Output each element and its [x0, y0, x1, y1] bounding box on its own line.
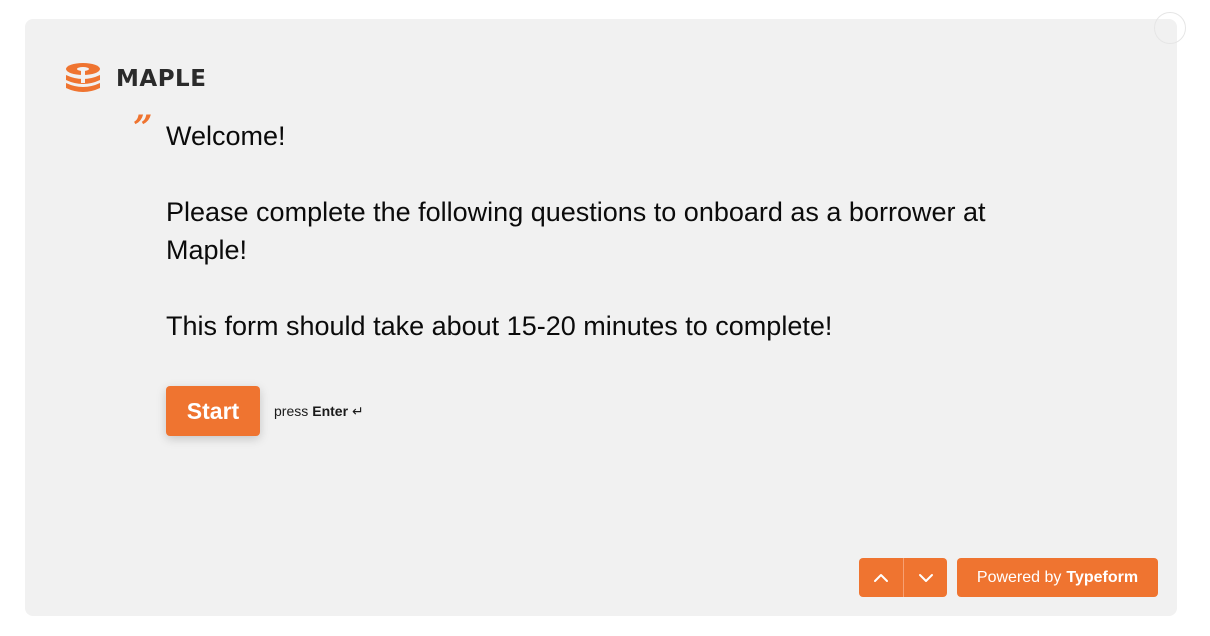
brand-name: MAPLE: [116, 66, 207, 92]
chevron-up-icon: [874, 573, 888, 582]
maple-stack-icon: [66, 63, 100, 92]
welcome-duration: This form should take about 15-20 minute…: [166, 311, 833, 341]
welcome-heading: Welcome!: [166, 121, 286, 151]
question-navigation: [859, 558, 947, 597]
brand-logo: MAPLE: [64, 62, 206, 96]
start-actions: Start press Enter ↵: [166, 386, 364, 436]
enter-key-icon: ↵: [352, 402, 364, 419]
quote-icon: ”: [133, 108, 153, 148]
hint-key: Enter: [312, 403, 349, 419]
powered-by-typeform-link[interactable]: Powered by Typeform: [957, 558, 1158, 597]
next-question-button[interactable]: [903, 558, 947, 597]
powered-prefix: Powered by: [976, 568, 1062, 586]
chevron-down-icon: [918, 573, 933, 582]
previous-question-button[interactable]: [859, 558, 903, 597]
powered-brand: Typeform: [1066, 568, 1139, 586]
keyboard-hint: press Enter ↵: [274, 403, 364, 420]
start-button[interactable]: Start: [166, 386, 260, 436]
welcome-message: Welcome! Please complete the following q…: [166, 117, 1066, 345]
corner-circle-icon: [1154, 12, 1186, 44]
hint-prefix: press: [274, 403, 309, 419]
form-panel: MAPLE ” Welcome! Please complete the fol…: [25, 19, 1177, 616]
welcome-instructions: Please complete the following questions …: [166, 197, 986, 265]
